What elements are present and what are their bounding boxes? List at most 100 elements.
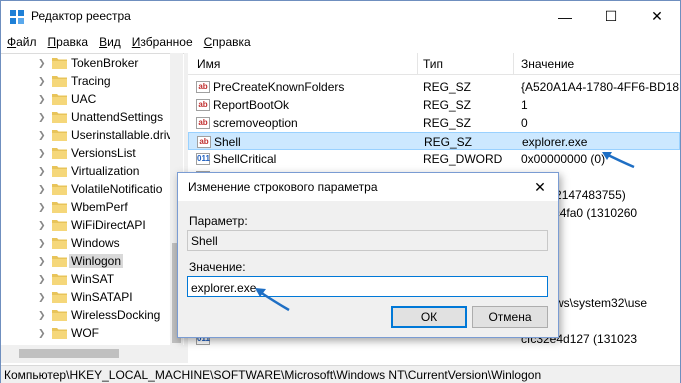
list-header: Имя Тип Значение	[188, 53, 680, 75]
folder-icon	[52, 148, 67, 159]
tree-item-label: WirelessDocking	[71, 308, 161, 322]
tree-item-label: UAC	[71, 92, 97, 106]
tree-item[interactable]: ❯ TokenBroker	[1, 54, 184, 72]
chevron-right-icon[interactable]: ❯	[38, 255, 48, 267]
ok-button[interactable]: ОК	[391, 306, 467, 328]
folder-icon	[52, 130, 67, 141]
tree-item[interactable]: ❯ UAC	[1, 90, 184, 108]
tree-item[interactable]: ❯ Virtualization	[1, 162, 184, 180]
dialog-title-bar: Изменение строкового параметра ✕	[178, 173, 558, 201]
folder-icon	[52, 202, 67, 213]
value-type: REG_SZ	[423, 80, 472, 94]
tree-item-label: WinSAT	[71, 272, 115, 286]
tree-item[interactable]: ❯ Tracing	[1, 72, 184, 90]
maximize-button[interactable]: ☐	[588, 1, 634, 32]
column-header-name[interactable]: Имя	[197, 57, 220, 71]
value-row[interactable]: ab Shell REG_SZ explorer.exe	[188, 132, 680, 150]
status-bar-path: Компьютер\HKEY_LOCAL_MACHINE\SOFTWARE\Mi…	[1, 365, 680, 383]
tree-item[interactable]: ❯ Windows	[1, 234, 184, 252]
column-divider[interactable]	[417, 53, 418, 75]
menu-bar: Файл Правка Вид Избранное Справка	[1, 32, 680, 52]
tree-item[interactable]: ❯ WiFiDirectAPI	[1, 216, 184, 234]
tree-item[interactable]: ❯ WinSATAPI	[1, 288, 184, 306]
chevron-right-icon[interactable]: ❯	[38, 273, 48, 285]
value-data: {A520A1A4-1780-4FF6-BD18	[521, 80, 680, 94]
tree-item[interactable]: ❯ Winlogon	[1, 252, 184, 270]
tree-item[interactable]: ❯ UnattendSettings	[1, 108, 184, 126]
tree-item[interactable]: ❯ WOF	[1, 324, 184, 342]
close-icon: ✕	[534, 178, 546, 195]
registry-key-tree: ❯ TokenBroker ❯ Tracing ❯ UAC ❯ UnattendSetting…	[1, 53, 184, 363]
chevron-right-icon[interactable]: ❯	[38, 111, 48, 123]
tree-item[interactable]: ❯ VolatileNotificatio	[1, 180, 184, 198]
value-row[interactable]: ab ReportBootOk REG_SZ 1	[188, 96, 680, 114]
minimize-button[interactable]: —	[542, 1, 588, 32]
chevron-right-icon[interactable]: ❯	[38, 237, 48, 249]
tree-item-label: TokenBroker	[71, 56, 139, 70]
chevron-right-icon[interactable]: ❯	[38, 309, 48, 321]
menu-item-accelerator: Ф	[7, 35, 17, 49]
tree-item-label: WinSATAPI	[71, 290, 133, 304]
menu-item-3[interactable]: Избранное	[126, 32, 198, 52]
tree-item[interactable]: ❯ Userinstallable.driv	[1, 126, 184, 144]
folder-icon	[52, 274, 67, 285]
chevron-right-icon[interactable]: ❯	[38, 57, 48, 69]
menu-item-accelerator: С	[203, 35, 213, 49]
folder-icon	[52, 310, 67, 321]
menu-item-label: равка	[56, 35, 89, 49]
tree-hscroll-thumb[interactable]	[19, 349, 119, 358]
tree-item[interactable]: ❯ VersionsList	[1, 144, 184, 162]
edit-string-dialog: Изменение строкового параметра ✕ Парамет…	[177, 172, 559, 338]
chevron-right-icon[interactable]: ❯	[38, 201, 48, 213]
chevron-right-icon[interactable]: ❯	[38, 327, 48, 339]
value-data-input[interactable]	[187, 276, 548, 297]
minimize-icon: —	[558, 8, 572, 25]
menu-item-label: правка	[212, 35, 251, 49]
cancel-button[interactable]: Отмена	[472, 306, 548, 328]
value-row[interactable]: 011 ShellCritical REG_DWORD 0x00000000 (0)	[188, 150, 680, 168]
column-header-value[interactable]: Значение	[521, 57, 574, 71]
chevron-right-icon[interactable]: ❯	[38, 147, 48, 159]
value-type: REG_SZ	[423, 98, 472, 112]
chevron-right-icon[interactable]: ❯	[38, 165, 48, 177]
chevron-right-icon[interactable]: ❯	[38, 183, 48, 195]
folder-icon	[52, 58, 67, 69]
menu-item-0[interactable]: Файл	[1, 32, 42, 52]
tree-item[interactable]: ❯ WinSAT	[1, 270, 184, 288]
menu-item-4[interactable]: Справка	[198, 32, 256, 52]
folder-icon	[52, 76, 67, 87]
chevron-right-icon[interactable]: ❯	[38, 291, 48, 303]
value-type: REG_SZ	[423, 116, 472, 130]
string-value-icon: ab	[197, 136, 211, 148]
title-bar: Редактор реестра — ☐ ✕	[1, 1, 680, 32]
chevron-right-icon[interactable]: ❯	[38, 129, 48, 141]
tree-item-label: WOF	[71, 326, 99, 340]
value-row[interactable]: ab scremoveoption REG_SZ 0	[188, 114, 680, 132]
chevron-right-icon[interactable]: ❯	[38, 75, 48, 87]
value-data: 0	[521, 116, 528, 130]
folder-icon	[52, 184, 67, 195]
chevron-right-icon[interactable]: ❯	[38, 93, 48, 105]
menu-item-1[interactable]: Правка	[42, 32, 94, 52]
value-name: ReportBootOk	[213, 98, 290, 112]
binary-value-icon: 011	[196, 153, 210, 165]
tree-horizontal-scrollbar[interactable]	[1, 345, 184, 363]
dialog-close-button[interactable]: ✕	[522, 173, 558, 201]
param-name-label: Параметр:	[189, 214, 248, 228]
tree-item[interactable]: ❯ WirelessDocking	[1, 306, 184, 324]
value-data: 1	[521, 98, 528, 112]
close-button[interactable]: ✕	[634, 1, 680, 32]
tree-item-label: Tracing	[71, 74, 111, 88]
registry-editor-icon	[10, 10, 24, 24]
value-row[interactable]: ab PreCreateKnownFolders REG_SZ {A520A1A4-1…	[188, 78, 680, 96]
menu-item-2[interactable]: Вид	[93, 32, 126, 52]
tree-item-label: VersionsList	[71, 146, 136, 160]
column-header-type[interactable]: Тип	[423, 57, 443, 71]
string-value-icon: ab	[196, 99, 210, 111]
tree-item[interactable]: ❯ WbemPerf	[1, 198, 184, 216]
maximize-icon: ☐	[604, 8, 618, 24]
column-divider[interactable]	[513, 53, 514, 75]
tree-item-label: WbemPerf	[71, 200, 128, 214]
dialog-title: Изменение строкового параметра	[188, 180, 378, 194]
chevron-right-icon[interactable]: ❯	[38, 219, 48, 231]
